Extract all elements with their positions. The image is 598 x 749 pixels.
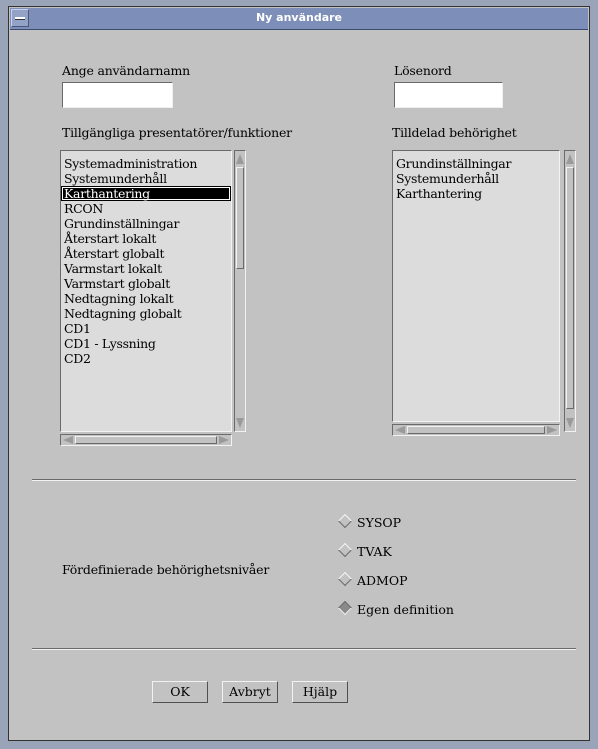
scroll-down-arrow-icon[interactable]: [566, 418, 574, 428]
list-item[interactable]: Systemunderhåll: [393, 171, 559, 186]
available-items: Systemadministration Systemunderhåll Karth…: [61, 156, 231, 366]
level-option-tvak[interactable]: TVAK: [337, 542, 392, 559]
list-item[interactable]: CD2: [61, 351, 231, 366]
scroll-right-arrow-icon[interactable]: [219, 436, 229, 444]
scroll-right-arrow-icon[interactable]: [547, 426, 557, 434]
cancel-button[interactable]: Avbryt: [222, 681, 278, 703]
available-list-label: Tillgängliga presentatörer/funktioner: [62, 125, 292, 140]
list-item[interactable]: CD1 - Lyssning: [61, 336, 231, 351]
list-item[interactable]: Nedtagning globalt: [61, 306, 231, 321]
username-label: Ange användarnamn: [62, 63, 190, 78]
list-item[interactable]: Systemadministration: [61, 156, 231, 171]
list-item[interactable]: Nedtagning lokalt: [61, 291, 231, 306]
available-listbox[interactable]: Systemadministration Systemunderhåll Karth…: [60, 150, 232, 432]
scroll-up-arrow-icon[interactable]: [566, 154, 574, 164]
title-bar[interactable]: Ny användare: [10, 8, 588, 30]
scroll-up-arrow-icon[interactable]: [236, 154, 244, 164]
level-option-admop[interactable]: ADMOP: [337, 571, 408, 588]
list-item[interactable]: Grundinställningar: [61, 216, 231, 231]
levels-label: Fördefinierade behörighetsnivåer: [62, 562, 270, 577]
level-option-label: ADMOP: [357, 573, 408, 588]
level-option-sysop[interactable]: SYSOP: [337, 513, 402, 530]
separator: [32, 479, 576, 481]
assigned-horizontal-scrollbar[interactable]: [392, 424, 560, 436]
list-item[interactable]: Varmstart lokalt: [61, 261, 231, 276]
scroll-left-arrow-icon[interactable]: [395, 426, 405, 434]
level-option-egen-definition[interactable]: Egen definition: [337, 600, 454, 617]
radio-diamond-icon[interactable]: [337, 542, 353, 558]
level-option-label: SYSOP: [357, 515, 402, 530]
available-horizontal-scrollbar[interactable]: [60, 434, 232, 446]
assigned-vertical-thumb[interactable]: [566, 167, 574, 409]
username-input[interactable]: [62, 82, 173, 108]
list-item[interactable]: RCON: [61, 201, 231, 216]
list-item[interactable]: Varmstart globalt: [61, 276, 231, 291]
assigned-listbox[interactable]: Grundinställningar Systemunderhåll Karthan…: [392, 150, 560, 422]
list-item[interactable]: Grundinställningar: [393, 156, 559, 171]
assigned-horizontal-thumb[interactable]: [407, 426, 545, 434]
radio-diamond-icon[interactable]: [337, 600, 353, 616]
radio-diamond-icon[interactable]: [337, 571, 353, 587]
list-item[interactable]: CD1: [61, 321, 231, 336]
level-option-label: TVAK: [357, 544, 392, 559]
help-button[interactable]: Hjälp: [292, 681, 348, 703]
level-option-label: Egen definition: [357, 602, 454, 617]
available-horizontal-thumb[interactable]: [75, 436, 217, 444]
list-item[interactable]: Återstart lokalt: [61, 231, 231, 246]
ok-button[interactable]: OK: [152, 681, 208, 703]
assigned-list-label: Tilldelad behörighet: [392, 125, 517, 140]
assigned-items: Grundinställningar Systemunderhåll Karthan…: [393, 156, 559, 201]
window-title: Ny användare: [255, 11, 343, 24]
password-input[interactable]: [394, 82, 503, 108]
dialog-window: Ny användare Ange användarnamn Lösenord …: [8, 6, 590, 741]
radio-diamond-icon[interactable]: [337, 513, 353, 529]
assigned-vertical-scrollbar[interactable]: [564, 150, 576, 432]
available-vertical-scrollbar[interactable]: [234, 150, 246, 432]
list-item[interactable]: Systemunderhåll: [61, 171, 231, 186]
list-item[interactable]: Återstart globalt: [61, 246, 231, 261]
password-label: Lösenord: [394, 63, 452, 78]
list-item[interactable]: Karthantering: [393, 186, 559, 201]
dialog-body: Ange användarnamn Lösenord Tillgängliga …: [10, 30, 588, 739]
separator: [32, 648, 576, 650]
scroll-down-arrow-icon[interactable]: [236, 418, 244, 428]
available-vertical-thumb[interactable]: [236, 167, 244, 269]
scroll-left-arrow-icon[interactable]: [63, 436, 73, 444]
list-item[interactable]: Karthantering: [61, 186, 231, 201]
